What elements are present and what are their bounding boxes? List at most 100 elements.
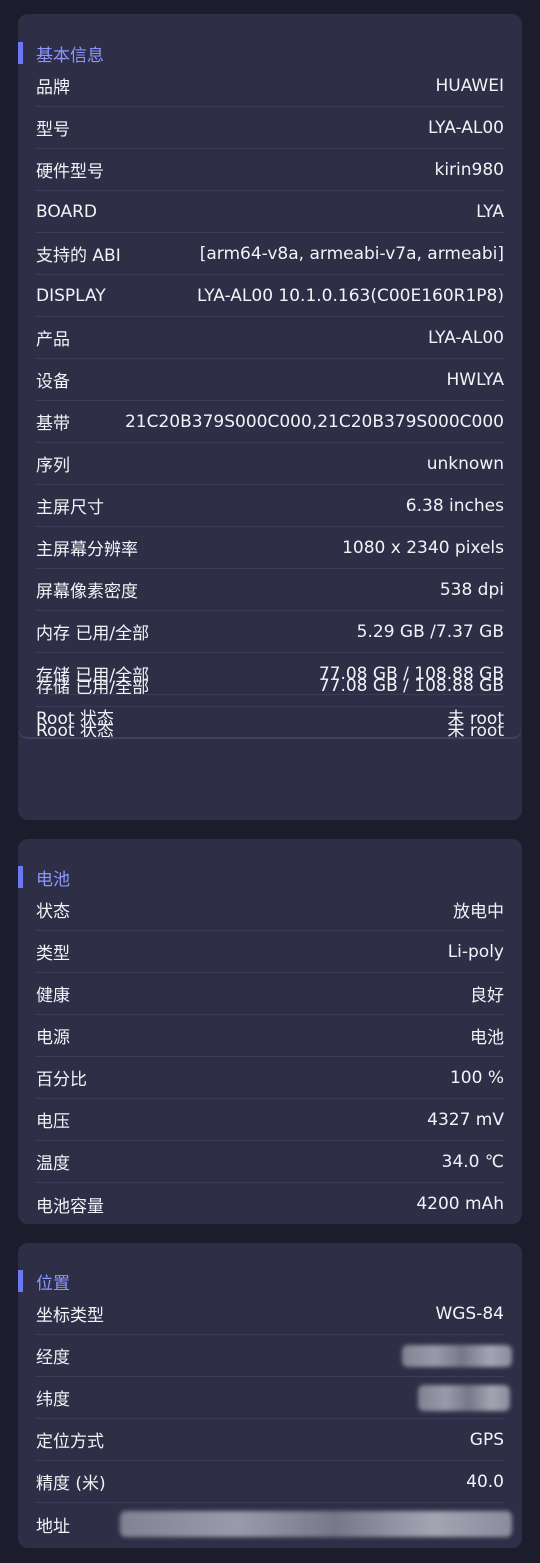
row-value: LYA-AL00 [427,117,504,138]
battery-row-percent: 百分比 100 % [36,1057,504,1099]
row-label: 地址 [36,1516,70,1537]
info-row-serial: 序列 unknown [36,443,504,485]
info-row-baseband: 基带 21C20B379S000C000,21C20B379S000C000 [36,401,504,443]
row-label: 状态 [36,902,70,922]
row-value: 100 % [449,1067,504,1088]
battery-row-health: 健康 良好 [36,973,504,1015]
row-label: 主屏尺寸 [36,498,104,518]
row-value: 放电中 [453,902,504,922]
location-row-address: 地址 [36,1503,512,1545]
location-row-longitude: 经度 [36,1335,512,1377]
battery-header: 电池 [18,866,70,890]
row-label: 健康 [36,986,70,1006]
battery-row-status: 状态 放电中 [36,889,504,931]
row-value: HWLYA [446,369,505,390]
location-row-latitude: 纬度 [36,1377,510,1419]
row-label: 存储 已用/全部 [36,666,150,686]
basic-info-header: 基本信息 [18,42,104,66]
row-value: 良好 [470,986,504,1006]
section-accent-bar [18,1270,23,1292]
row-label: 支持的 ABI [36,246,121,266]
basic-info-rows: 品牌 HUAWEI 型号 LYA-AL00 硬件型号 kirin980 BOAR… [36,65,504,737]
location-row-accuracy: 精度 (米) 40.0 [36,1461,504,1503]
info-row-board: BOARD LYA [36,191,504,233]
row-value: 538 dpi [439,579,504,600]
row-label: 品牌 [36,78,70,98]
info-row-model: 型号 LYA-AL00 [36,107,504,149]
battery-row-power: 电源 电池 [36,1015,504,1057]
info-row-root: Root 状态 未 root [36,695,504,737]
row-label: 经度 [36,1348,70,1368]
row-value: 34.0 ℃ [441,1151,504,1172]
location-row-method: 定位方式 GPS [36,1419,504,1461]
row-label: 内存 已用/全部 [36,624,150,644]
location-rows: 坐标类型 WGS-84 经度 纬度 定位方式 GPS 精度 (米) 40.0 地… [36,1293,512,1545]
battery-rows: 状态 放电中 类型 Li-poly 健康 良好 电源 电池 百分比 100 % … [36,889,504,1225]
row-value: LYA-AL00 [427,327,504,348]
location-row-coord-type: 坐标类型 WGS-84 [36,1293,504,1335]
redacted-latitude [418,1384,510,1411]
row-value: 未 root [447,708,505,729]
info-row-product: 产品 LYA-AL00 [36,317,504,359]
battery-row-type: 类型 Li-poly [36,931,504,973]
section-title: 位置 [36,1273,70,1294]
row-label: 产品 [36,330,70,350]
row-label: 坐标类型 [36,1306,104,1326]
row-label: 电压 [36,1112,70,1132]
row-label: 设备 [36,372,70,392]
battery-row-temperature: 温度 34.0 ℃ [36,1141,504,1183]
info-row-abi: 支持的 ABI [arm64-v8a, armeabi-v7a, armeabi… [36,233,504,275]
battery-row-voltage: 电压 4327 mV [36,1099,504,1141]
row-value: 40.0 [466,1471,504,1492]
row-value: 4327 mV [427,1109,504,1130]
row-value: 电池 [470,1028,504,1048]
basic-info-card: 基本信息 存储 已用/全部 77.08 GB / 108.88 GB Root … [18,14,522,820]
row-value: 21C20B379S000C000,21C20B379S000C000 [124,411,504,432]
info-row-storage: 存储 已用/全部 77.08 GB / 108.88 GB [36,653,504,695]
location-header: 位置 [18,1270,70,1294]
redacted-longitude [402,1344,512,1367]
info-row-resolution: 主屏幕分辨率 1080 x 2340 pixels [36,527,504,569]
info-row-memory: 内存 已用/全部 5.29 GB /7.37 GB [36,611,504,653]
row-value: WGS-84 [435,1303,504,1324]
row-label: 百分比 [36,1070,87,1090]
row-label: 电池容量 [36,1196,104,1217]
section-accent-bar [18,866,23,888]
row-label: 类型 [36,944,70,964]
info-row-hardware: 硬件型号 kirin980 [36,149,504,191]
battery-card: 电池 状态 放电中 类型 Li-poly 健康 良好 电源 电池 百分比 100… [18,839,522,1224]
row-value: 5.29 GB /7.37 GB [356,621,504,642]
row-label: 序列 [36,456,70,476]
row-value: LYA [476,201,504,222]
row-label: 屏幕像素密度 [36,582,138,602]
info-row-screen-size: 主屏尺寸 6.38 inches [36,485,504,527]
section-title: 基本信息 [36,45,104,66]
row-label: 基带 [36,414,70,434]
row-label: 纬度 [36,1390,70,1410]
row-label: 主屏幕分辨率 [36,540,138,560]
row-value: 6.38 inches [405,495,504,516]
row-label: 精度 (米) [36,1474,106,1494]
row-value: GPS [469,1429,504,1450]
row-value: LYA-AL00 10.1.0.163(C00E160R1P8) [196,285,504,306]
info-row-display: DISPLAY LYA-AL00 10.1.0.163(C00E160R1P8) [36,275,504,317]
row-value: 1080 x 2340 pixels [342,537,504,558]
redacted-address [120,1511,512,1537]
row-value: 77.08 GB / 108.88 GB [318,663,504,684]
row-label: BOARD [36,201,97,222]
row-label: 硬件型号 [36,162,104,182]
row-value: HUAWEI [435,75,505,96]
row-value: [arm64-v8a, armeabi-v7a, armeabi] [199,243,504,264]
location-card: 位置 坐标类型 WGS-84 经度 纬度 定位方式 GPS 精度 (米) 40.… [18,1243,522,1548]
row-label: 定位方式 [36,1432,104,1452]
info-row-density: 屏幕像素密度 538 dpi [36,569,504,611]
section-title: 电池 [36,869,70,890]
row-value: 4200 mAh [416,1194,504,1214]
row-label: Root 状态 [36,708,114,729]
row-value: unknown [426,453,504,474]
row-label: DISPLAY [36,285,106,306]
row-label: 温度 [36,1154,70,1174]
section-accent-bar [18,42,23,64]
info-row-brand: 品牌 HUAWEI [36,65,504,107]
row-value: Li-poly [447,941,504,962]
